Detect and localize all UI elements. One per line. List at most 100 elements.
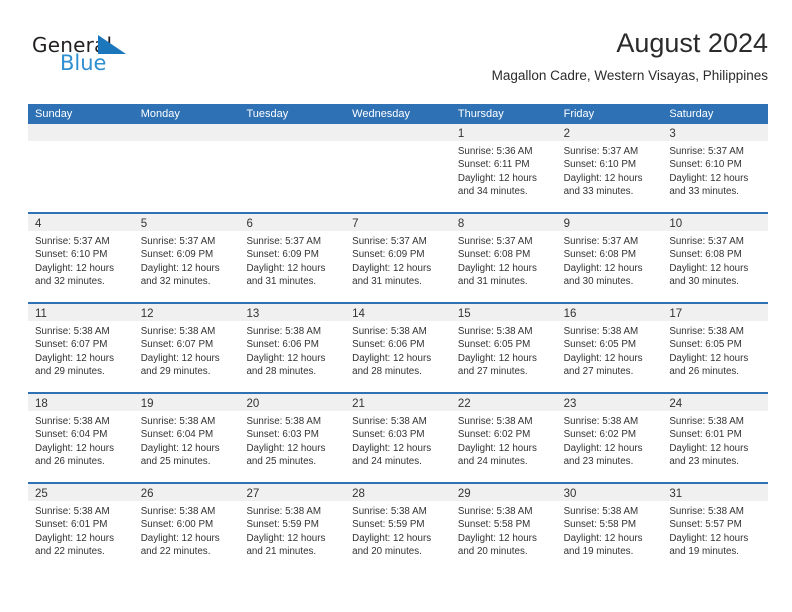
calendar-day-cell[interactable]: 13 Sunrise: 5:38 AM Sunset: 6:06 PM Dayligh… <box>239 304 346 392</box>
day-details: Sunrise: 5:38 AM Sunset: 6:03 PM Daylight:… <box>345 411 451 469</box>
calendar-day-cell[interactable]: 27 Sunrise: 5:38 AM Sunset: 5:59 PM Dayligh… <box>239 484 346 572</box>
sunset-text: Sunset: 6:10 PM <box>669 159 742 171</box>
day-number: 25 <box>35 488 48 500</box>
calendar-day-cell[interactable]: 7 Sunrise: 5:37 AM Sunset: 6:09 PM Daylight… <box>345 214 451 302</box>
calendar-day-cell[interactable]: 31 Sunrise: 5:38 AM Sunset: 5:57 PM Dayligh… <box>662 484 769 572</box>
calendar-day-cell[interactable]: 17 Sunrise: 5:38 AM Sunset: 6:05 PM Dayligh… <box>662 304 769 392</box>
calendar-day-cell-empty <box>133 124 240 212</box>
sunrise-text: Sunrise: 5:38 AM <box>35 326 110 337</box>
day-number-band: 23 <box>556 394 663 411</box>
daylight-text-line2: and 21 minutes. <box>246 546 317 558</box>
calendar-day-cell[interactable]: 14 Sunrise: 5:38 AM Sunset: 6:06 PM Dayligh… <box>345 304 451 392</box>
daylight-text-line2: and 32 minutes. <box>35 276 105 288</box>
day-details: Sunrise: 5:38 AM Sunset: 6:07 PM Daylight:… <box>134 321 240 379</box>
sunrise-text: Sunrise: 5:38 AM <box>669 416 744 427</box>
daylight-text-line1: Daylight: 12 hours <box>352 532 432 544</box>
weekday-header-wednesday: Wednesday <box>352 108 411 120</box>
day-number-band <box>28 124 134 141</box>
calendar-day-cell[interactable]: 19 Sunrise: 5:38 AM Sunset: 6:04 PM Dayligh… <box>133 394 240 482</box>
daylight-text-line1: Daylight: 12 hours <box>35 262 114 274</box>
sunrise-text: Sunrise: 5:38 AM <box>140 416 216 427</box>
calendar-day-cell[interactable]: 12 Sunrise: 5:38 AM Sunset: 6:07 PM Dayligh… <box>133 304 240 392</box>
daylight-text-line1: Daylight: 12 hours <box>669 532 749 544</box>
calendar-day-cell[interactable]: 29 Sunrise: 5:38 AM Sunset: 5:58 PM Dayligh… <box>450 484 557 572</box>
calendar-day-cell[interactable]: 8 Sunrise: 5:37 AM Sunset: 6:08 PM Daylight… <box>450 214 557 302</box>
day-details: Sunrise: 5:37 AM Sunset: 6:08 PM Daylight:… <box>662 231 768 289</box>
calendar-day-cell[interactable]: 26 Sunrise: 5:38 AM Sunset: 6:00 PM Dayligh… <box>133 484 240 572</box>
calendar-day-cell[interactable]: 4 Sunrise: 5:37 AM Sunset: 6:10 PM Daylight… <box>28 214 134 302</box>
general-blue-logo[interactable]: General Blue <box>32 34 192 84</box>
daylight-text-line1: Daylight: 12 hours <box>457 442 537 454</box>
day-number-band: 31 <box>662 484 769 501</box>
daylight-text-line2: and 27 minutes. <box>563 366 634 378</box>
daylight-text-line2: and 31 minutes. <box>457 276 528 288</box>
sunrise-text: Sunrise: 5:38 AM <box>669 506 744 517</box>
day-number: 8 <box>457 218 465 230</box>
day-details: Sunrise: 5:37 AM Sunset: 6:10 PM Daylight:… <box>557 141 663 199</box>
calendar-week-row: 4 Sunrise: 5:37 AM Sunset: 6:10 PM Daylight… <box>28 212 769 302</box>
calendar-day-cell[interactable]: 6 Sunrise: 5:37 AM Sunset: 6:09 PM Daylight… <box>239 214 346 302</box>
daylight-text-line2: and 24 minutes. <box>352 456 422 468</box>
sunrise-text: Sunrise: 5:37 AM <box>669 236 744 247</box>
day-number-band: 7 <box>345 214 451 231</box>
calendar-day-cell[interactable]: 30 Sunrise: 5:38 AM Sunset: 5:58 PM Dayligh… <box>556 484 663 572</box>
calendar-day-cell[interactable]: 3 Sunrise: 5:37 AM Sunset: 6:10 PM Daylight… <box>662 124 769 212</box>
calendar-day-cell[interactable]: 24 Sunrise: 5:38 AM Sunset: 6:01 PM Dayligh… <box>662 394 769 482</box>
sunset-text: Sunset: 6:04 PM <box>35 429 108 441</box>
day-number: 12 <box>140 308 154 320</box>
sunrise-text: Sunrise: 5:38 AM <box>563 416 639 427</box>
day-details: Sunrise: 5:38 AM Sunset: 6:02 PM Daylight:… <box>451 411 557 469</box>
calendar-day-cell[interactable]: 16 Sunrise: 5:38 AM Sunset: 6:05 PM Dayligh… <box>556 304 663 392</box>
calendar-day-cell[interactable]: 20 Sunrise: 5:38 AM Sunset: 6:03 PM Dayligh… <box>239 394 346 482</box>
logo-word-blue: Blue <box>60 51 107 75</box>
sunrise-text: Sunrise: 5:37 AM <box>140 236 216 247</box>
day-number: 27 <box>246 488 260 500</box>
day-details: Sunrise: 5:38 AM Sunset: 6:02 PM Daylight:… <box>557 411 663 469</box>
sunrise-text: Sunrise: 5:38 AM <box>352 326 427 337</box>
day-details: Sunrise: 5:38 AM Sunset: 6:00 PM Daylight:… <box>134 501 240 559</box>
day-number: 24 <box>669 398 683 410</box>
calendar-day-cell[interactable]: 2 Sunrise: 5:37 AM Sunset: 6:10 PM Daylight… <box>556 124 663 212</box>
calendar-day-cell[interactable]: 28 Sunrise: 5:38 AM Sunset: 5:59 PM Dayligh… <box>345 484 451 572</box>
daylight-text-line1: Daylight: 12 hours <box>669 262 749 274</box>
day-details <box>239 141 345 145</box>
daylight-text-line1: Daylight: 12 hours <box>35 532 114 544</box>
sunset-text: Sunset: 6:07 PM <box>140 339 214 351</box>
calendar-day-cell[interactable]: 9 Sunrise: 5:37 AM Sunset: 6:08 PM Daylight… <box>556 214 663 302</box>
calendar-day-cell[interactable]: 23 Sunrise: 5:38 AM Sunset: 6:02 PM Dayligh… <box>556 394 663 482</box>
calendar-day-cell[interactable]: 25 Sunrise: 5:38 AM Sunset: 6:01 PM Dayligh… <box>28 484 134 572</box>
calendar-day-cell[interactable]: 15 Sunrise: 5:38 AM Sunset: 6:05 PM Dayligh… <box>450 304 557 392</box>
day-number: 29 <box>457 488 471 500</box>
sunset-text: Sunset: 6:05 PM <box>457 339 531 351</box>
page-subtitle: Magallon Cadre, Western Visayas, Philipp… <box>491 68 768 83</box>
daylight-text-line2: and 22 minutes. <box>140 546 211 558</box>
sunrise-text: Sunrise: 5:38 AM <box>246 326 322 337</box>
day-number-band: 17 <box>662 304 769 321</box>
daylight-text-line2: and 25 minutes. <box>140 456 211 468</box>
calendar-day-cell[interactable]: 21 Sunrise: 5:38 AM Sunset: 6:03 PM Dayligh… <box>345 394 451 482</box>
sunrise-text: Sunrise: 5:37 AM <box>246 236 322 247</box>
calendar-day-cell[interactable]: 10 Sunrise: 5:37 AM Sunset: 6:08 PM Dayligh… <box>662 214 769 302</box>
daylight-text-line2: and 20 minutes. <box>352 546 422 558</box>
calendar-day-cell[interactable]: 18 Sunrise: 5:38 AM Sunset: 6:04 PM Dayligh… <box>28 394 134 482</box>
daylight-text-line2: and 31 minutes. <box>246 276 317 288</box>
calendar-day-cell[interactable]: 11 Sunrise: 5:38 AM Sunset: 6:07 PM Dayligh… <box>28 304 134 392</box>
daylight-text-line1: Daylight: 12 hours <box>35 352 114 364</box>
day-number-band <box>239 124 346 141</box>
sunrise-text: Sunrise: 5:37 AM <box>352 236 427 247</box>
day-number-band: 21 <box>345 394 451 411</box>
title-block: August 2024 Magallon Cadre, Western Visa… <box>208 26 768 84</box>
calendar-day-cell[interactable]: 1 Sunrise: 5:36 AM Sunset: 6:11 PM Daylight… <box>450 124 557 212</box>
calendar-day-cell[interactable]: 22 Sunrise: 5:38 AM Sunset: 6:02 PM Dayligh… <box>450 394 557 482</box>
daylight-text-line2: and 19 minutes. <box>669 546 740 558</box>
calendar-day-cell[interactable]: 5 Sunrise: 5:37 AM Sunset: 6:09 PM Daylight… <box>133 214 240 302</box>
daylight-text-line2: and 24 minutes. <box>457 456 528 468</box>
daylight-text-line2: and 29 minutes. <box>35 366 105 378</box>
day-number: 16 <box>563 308 577 320</box>
weekday-header-monday: Monday <box>140 108 180 120</box>
daylight-text-line2: and 30 minutes. <box>563 276 634 288</box>
daylight-text-line1: Daylight: 12 hours <box>140 352 220 364</box>
day-number: 6 <box>246 218 253 230</box>
sunset-text: Sunset: 6:05 PM <box>563 339 637 351</box>
weekday-header-tuesday: Tuesday <box>246 108 289 120</box>
